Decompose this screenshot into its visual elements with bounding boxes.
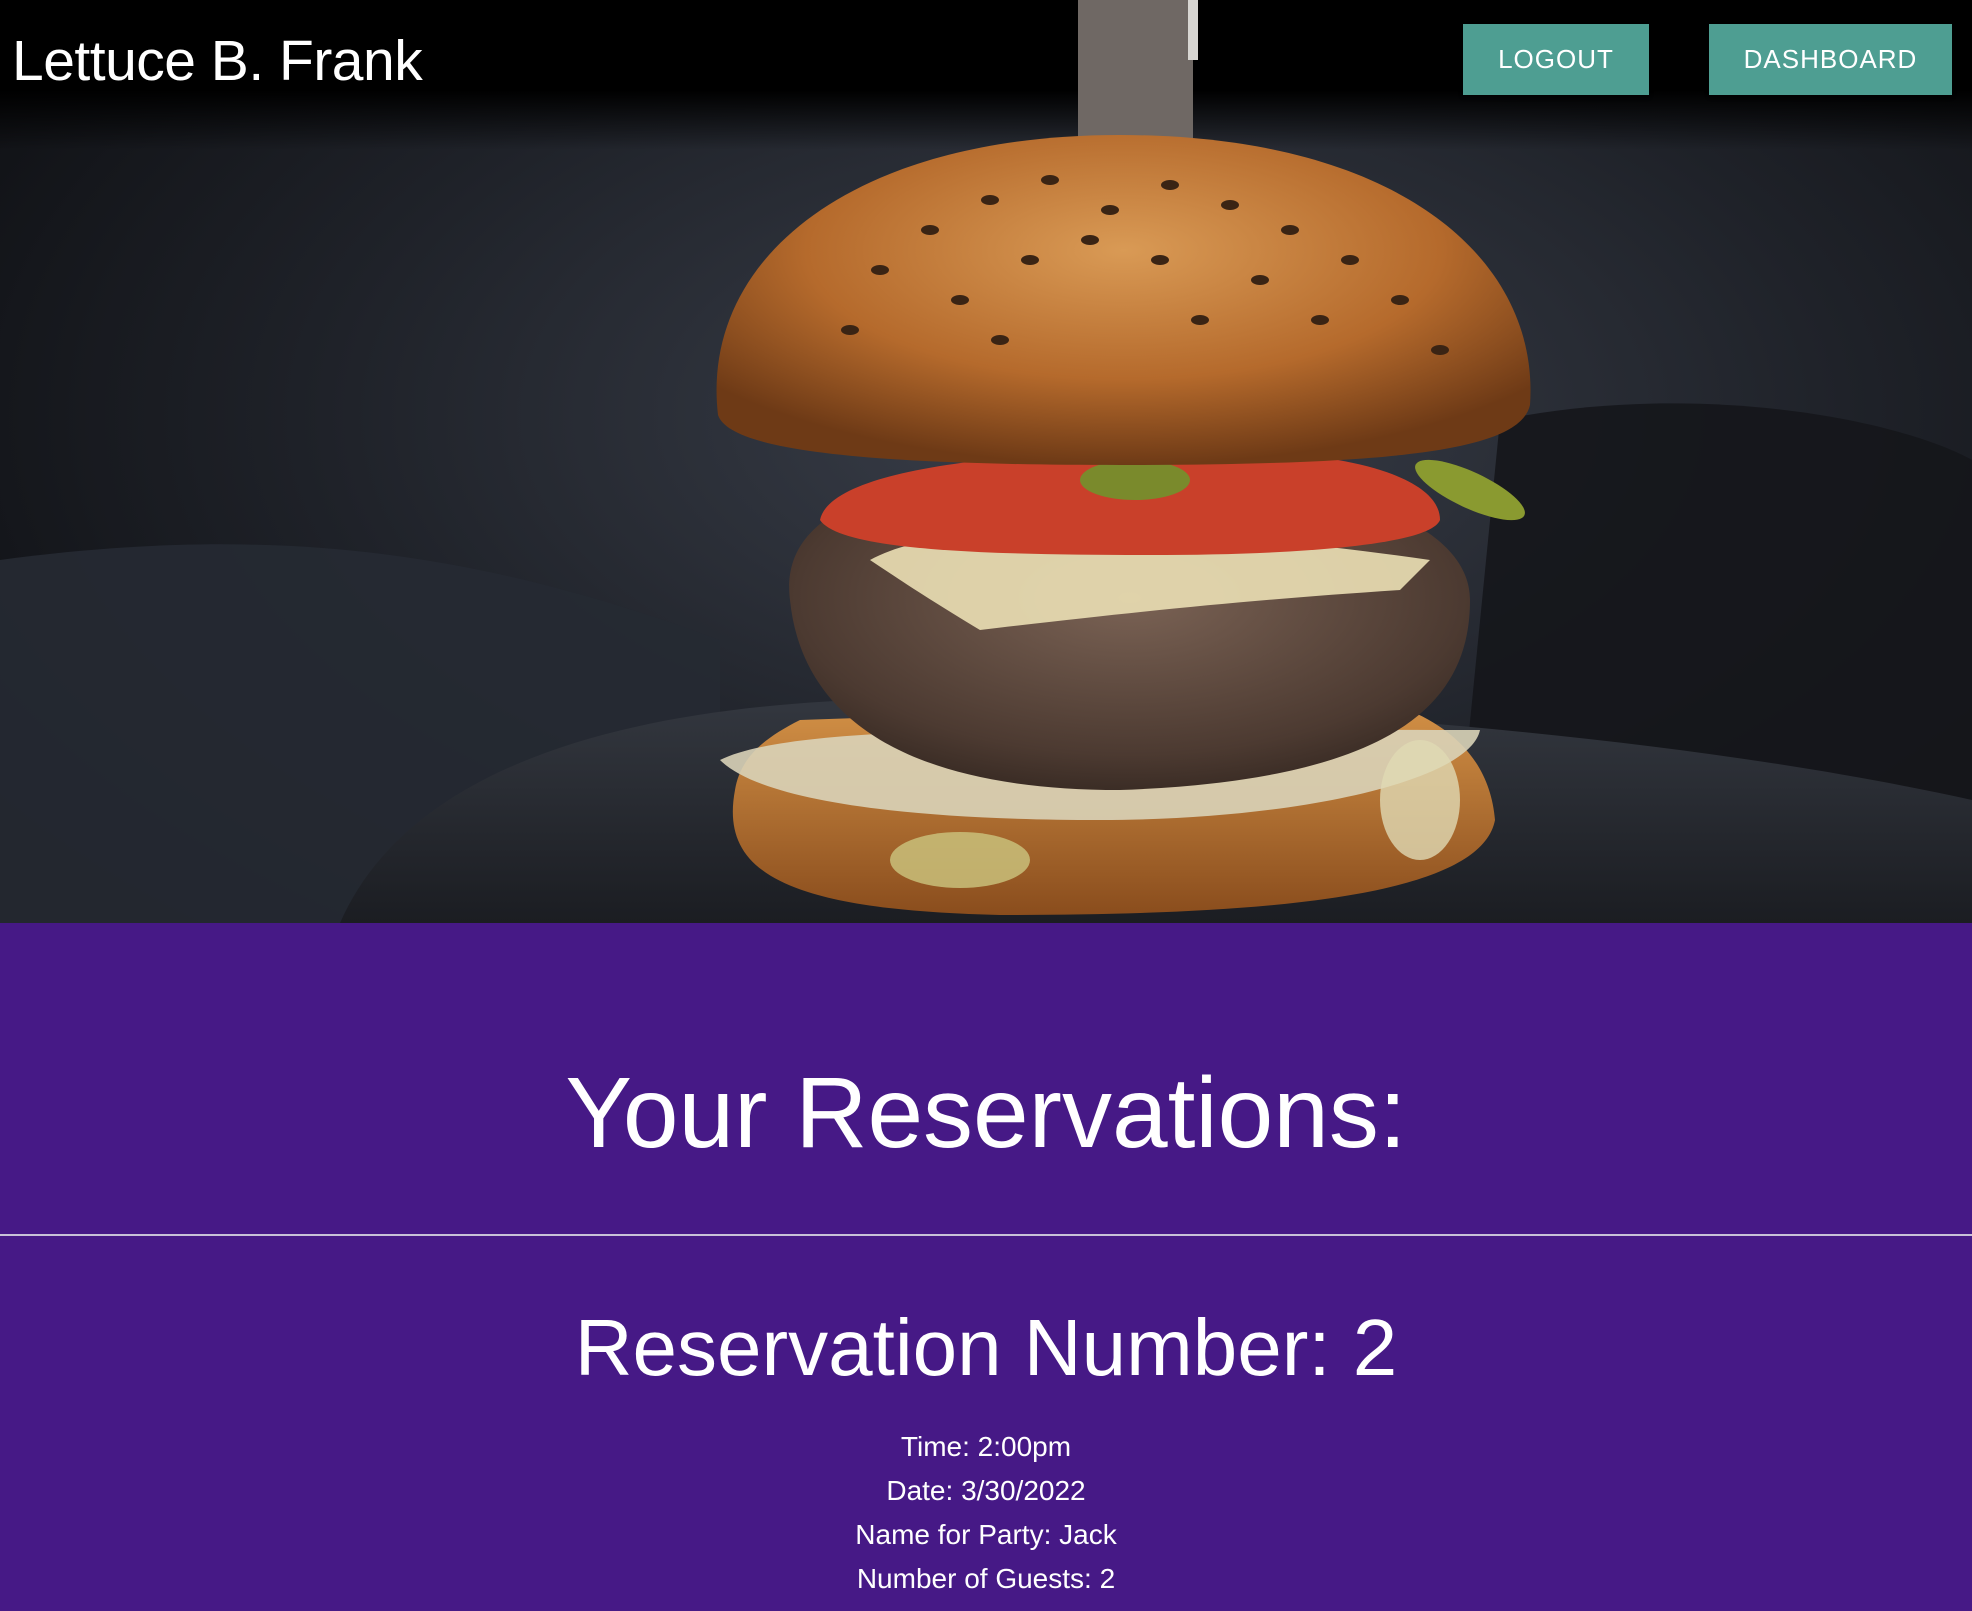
reservation-time: Time: 2:00pm: [900, 1431, 1072, 1462]
logout-button[interactable]: LOGOUT: [1463, 24, 1649, 95]
reservation-number: Reservation Number: 2: [574, 1303, 1398, 1392]
reservations-section: Your Reservations: Reservation Number: 2…: [0, 923, 1972, 1611]
reservation-details: Time: 2:00pm Date: 3/30/2022 Name for Pa…: [0, 1425, 1972, 1601]
dashboard-button[interactable]: DASHBOARD: [1709, 24, 1952, 95]
divider: [0, 1234, 1972, 1236]
reservation-guests: Number of Guests: 2: [856, 1563, 1116, 1594]
reservation-party-name: Name for Party: Jack: [855, 1519, 1117, 1550]
page-title: Your Reservations:: [565, 1057, 1407, 1169]
reservation-date: Date: 3/30/2022: [886, 1475, 1086, 1506]
hero-banner: Lettuce B. Frank LOGOUT DASHBOARD: [0, 0, 1972, 923]
brand-title[interactable]: Lettuce B. Frank: [12, 28, 423, 94]
burger-image: [0, 0, 1972, 923]
reservation-card: Reservation Number: 2 Time: 2:00pm Date:…: [0, 1303, 1972, 1601]
